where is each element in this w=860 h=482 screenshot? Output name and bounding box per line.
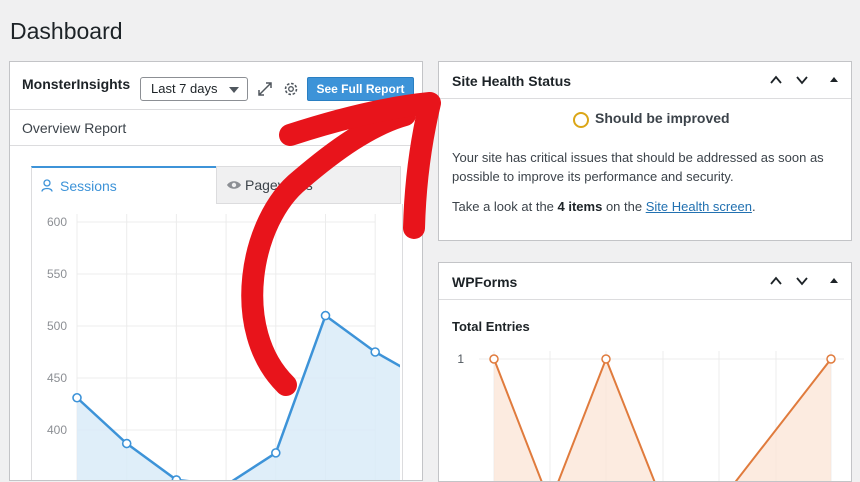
take-middle: on the <box>602 199 646 214</box>
tab-pageviews-label: Pageviews <box>245 177 313 193</box>
gear-icon[interactable] <box>282 80 300 98</box>
monsterinsights-widget: MonsterInsights Last 7 days See Full Rep… <box>9 61 423 481</box>
monsterinsights-header: MonsterInsights Last 7 days See Full Rep… <box>10 62 422 110</box>
health-description: Your site has critical issues that shoul… <box>452 150 824 184</box>
wpforms-entries-chart: 1 <box>457 351 844 481</box>
expand-icon[interactable] <box>256 80 274 98</box>
wpforms-header: WPForms <box>439 263 851 300</box>
sessions-point <box>121 438 132 449</box>
status-ring-icon <box>573 112 589 128</box>
entries-point <box>826 354 836 364</box>
site-health-widget: Site Health Status Should be improved Yo… <box>438 61 852 241</box>
entries-point <box>489 354 499 364</box>
sessions-chart-svg: 400 450 500 550 600 <box>47 214 400 480</box>
take-suffix: . <box>751 199 756 214</box>
move-up-icon[interactable] <box>769 274 783 288</box>
eye-icon <box>226 178 242 194</box>
report-tabs: Sessions Pageviews <box>31 166 401 204</box>
take-prefix: Take a look at the <box>452 199 558 214</box>
y-tick-label: 400 <box>47 423 67 437</box>
y-tick-label: 1 <box>457 352 464 366</box>
collapse-toggle-icon[interactable] <box>827 274 841 288</box>
site-health-header: Site Health Status <box>439 62 851 99</box>
sessions-chart: 400 450 500 550 600 <box>31 204 403 480</box>
chevron-down-icon <box>229 87 239 93</box>
y-tick-label: 600 <box>47 215 67 229</box>
site-health-screen-link[interactable]: Site Health screen <box>646 199 752 214</box>
move-down-icon[interactable] <box>795 73 809 87</box>
period-select[interactable]: Last 7 days <box>140 77 248 101</box>
move-up-icon[interactable] <box>769 73 783 87</box>
tab-pageviews[interactable]: Pageviews <box>216 166 401 204</box>
total-entries-label: Total Entries <box>452 319 530 334</box>
monsterinsights-body: Sessions Pageviews 400 450 500 550 600 <box>10 146 422 480</box>
tab-sessions-label: Sessions <box>60 178 117 194</box>
monsterinsights-title: MonsterInsights <box>22 76 131 92</box>
take-count: 4 items <box>557 199 603 214</box>
sessions-point <box>171 475 182 480</box>
collapse-toggle-icon[interactable] <box>827 73 841 87</box>
entries-point <box>601 354 611 364</box>
see-full-report-button[interactable]: See Full Report <box>307 77 414 101</box>
y-tick-label: 450 <box>47 371 67 385</box>
move-down-icon[interactable] <box>795 274 809 288</box>
wpforms-widget: WPForms Total Entries 1 <box>438 262 852 482</box>
sessions-point <box>370 347 381 357</box>
page-title: Dashboard <box>10 18 123 44</box>
sessions-point <box>320 310 331 321</box>
overview-report-bar: Overview Report <box>10 110 422 146</box>
health-status: Should be improved <box>573 110 730 128</box>
y-tick-label: 550 <box>47 267 67 281</box>
site-health-title: Site Health Status <box>452 73 572 89</box>
sessions-point <box>72 392 82 403</box>
overview-report-label: Overview Report <box>22 120 127 136</box>
wpforms-title: WPForms <box>452 274 518 290</box>
health-take-look: Take a look at the 4 items on the Site H… <box>452 199 756 214</box>
user-icon <box>41 179 53 195</box>
health-status-text: Should be improved <box>595 110 730 126</box>
period-select-value: Last 7 days <box>151 81 218 96</box>
sessions-area <box>77 315 400 480</box>
y-tick-label: 500 <box>47 319 67 333</box>
sessions-point <box>271 448 281 458</box>
tab-sessions[interactable]: Sessions <box>31 166 216 204</box>
